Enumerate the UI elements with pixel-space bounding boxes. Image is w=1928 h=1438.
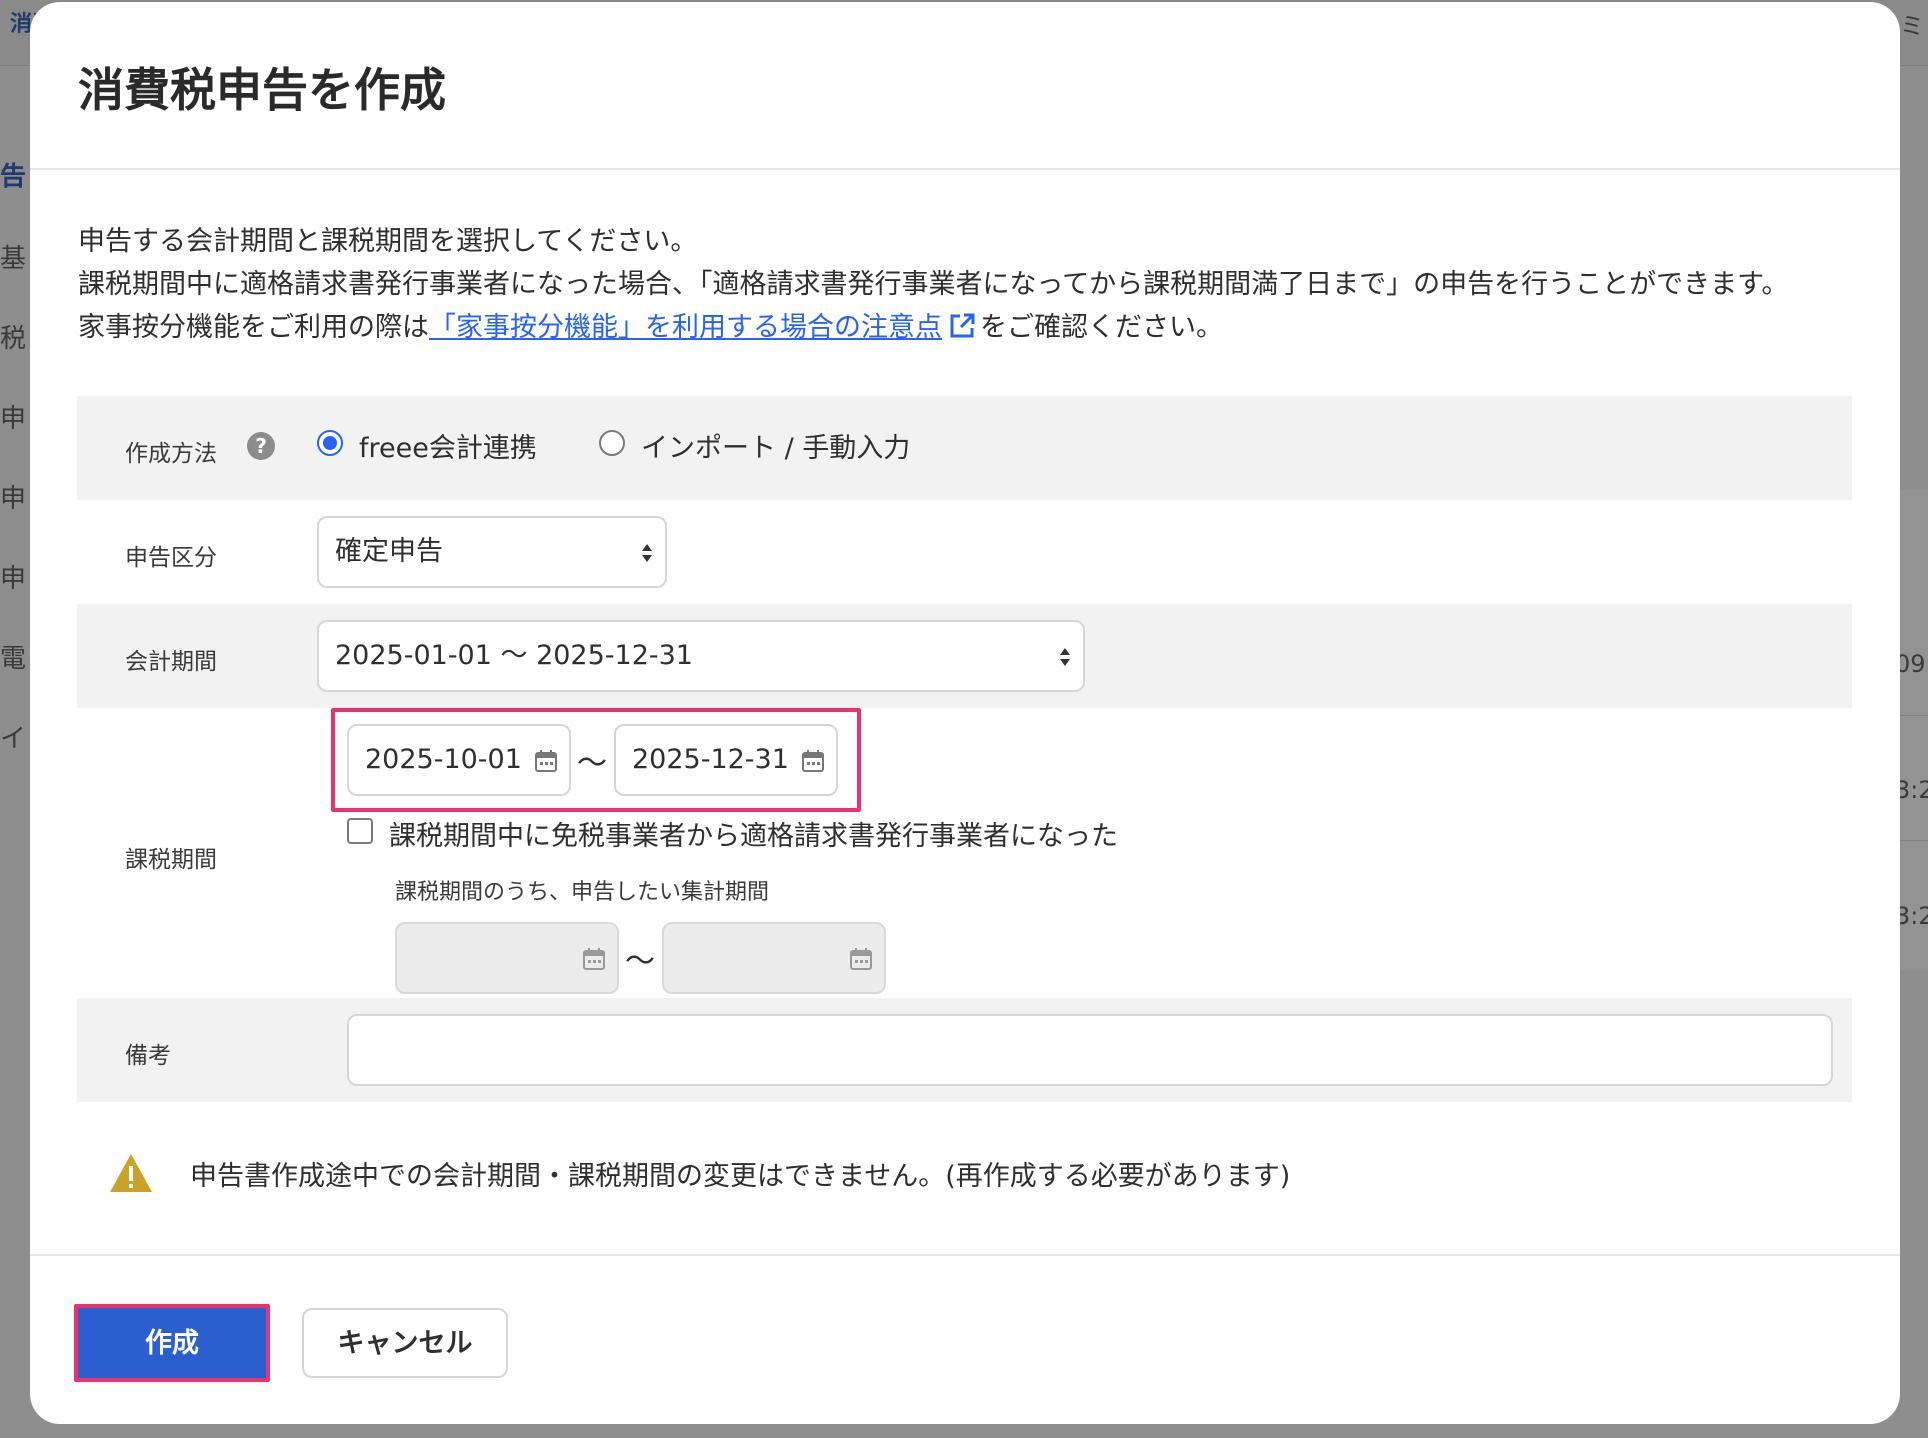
radio-import-manual-label[interactable]: インポート / 手動入力 bbox=[641, 426, 910, 465]
notes-row: 備考 bbox=[77, 998, 1852, 1102]
background-sidebar-item: 告 bbox=[0, 162, 27, 192]
filing-type-select[interactable]: 確定申告 bbox=[317, 516, 667, 588]
filing-type-label: 申告区分 bbox=[125, 545, 217, 571]
select-arrows-icon bbox=[642, 544, 652, 562]
notes-input[interactable] bbox=[347, 1014, 1833, 1086]
warning-icon bbox=[110, 1154, 152, 1192]
intro-line-3-before: 家事按分機能をご利用の際は bbox=[78, 312, 429, 343]
qualified-invoice-issuer-label[interactable]: 課税期間中に免税事業者から適格請求書発行事業者になった bbox=[389, 814, 1118, 853]
intro-line-3-after: をご確認ください。 bbox=[980, 312, 1223, 343]
range-separator: 〜 bbox=[577, 746, 607, 781]
filing-type-value: 確定申告 bbox=[335, 536, 443, 567]
aggregation-end-input bbox=[662, 922, 886, 994]
household-allocation-notes-link[interactable]: 「家事按分機能」を利用する場合の注意点 bbox=[429, 312, 942, 343]
help-icon[interactable]: ? bbox=[247, 432, 275, 460]
method-row: 作成方法 ? freee会計連携 インポート / 手動入力 bbox=[77, 396, 1852, 500]
create-button[interactable]: 作成 bbox=[78, 1308, 266, 1378]
radio-freee-integration[interactable] bbox=[317, 430, 343, 456]
method-label: 作成方法 bbox=[125, 441, 217, 467]
intro-text: 申告する会計期間と課税期間を選択してください。 課税期間中に適格請求書発行事業者… bbox=[78, 220, 1788, 349]
tax-period-label: 課税期間 bbox=[125, 847, 217, 873]
warning-text: 申告書作成途中での会計期間・課税期間の変更はできません。(再作成する必要がありま… bbox=[190, 1161, 1291, 1192]
aggregation-period-label: 課税期間のうち、申告したい集計期間 bbox=[395, 880, 770, 905]
range-separator: 〜 bbox=[625, 944, 655, 979]
radio-freee-integration-label[interactable]: freee会計連携 bbox=[359, 426, 537, 465]
calendar-icon[interactable] bbox=[800, 748, 826, 774]
intro-line-2: 課税期間中に適格請求書発行事業者になった場合、「適格請求書発行事業者になってから… bbox=[78, 269, 1789, 300]
tax-period-row: 課税期間 2025-10-01 〜 2025-12-31 課税期間中に免税事業者… bbox=[77, 708, 1852, 998]
fiscal-period-label: 会計期間 bbox=[125, 649, 217, 675]
filing-type-row: 申告区分 確定申告 bbox=[77, 500, 1852, 604]
calendar-icon[interactable] bbox=[533, 748, 559, 774]
tax-period-start-value: 2025-10-01 bbox=[365, 744, 522, 775]
create-tax-return-modal: 消費税申告を作成 申告する会計期間と課税期間を選択してください。 課税期間中に適… bbox=[30, 2, 1900, 1424]
tax-period-start-input[interactable]: 2025-10-01 bbox=[347, 724, 571, 796]
modal-footer: 作成 キャンセル bbox=[30, 1254, 1900, 1424]
calendar-icon bbox=[850, 948, 872, 970]
modal-header: 消費税申告を作成 bbox=[30, 2, 1900, 170]
tax-period-end-input[interactable]: 2025-12-31 bbox=[614, 724, 838, 796]
fiscal-period-row: 会計期間 2025-01-01 〜 2025-12-31 bbox=[77, 604, 1852, 708]
notes-label: 備考 bbox=[125, 1043, 171, 1069]
background-sidebar-item: 申 bbox=[0, 484, 27, 514]
intro-line-1: 申告する会計期間と課税期間を選択してください。 bbox=[78, 226, 698, 257]
aggregation-start-input bbox=[395, 922, 619, 994]
background-sidebar-item: イ bbox=[0, 724, 27, 754]
cancel-button[interactable]: キャンセル bbox=[302, 1308, 508, 1378]
external-link-icon[interactable] bbox=[948, 312, 976, 340]
create-form: 作成方法 ? freee会計連携 インポート / 手動入力 申告区分 確定申告 … bbox=[77, 396, 1852, 1102]
background-sidebar-item: 税 bbox=[0, 324, 27, 354]
background-sidebar-item: 電 bbox=[0, 644, 27, 674]
qualified-invoice-issuer-checkbox[interactable] bbox=[347, 818, 373, 844]
background-sidebar-item: 申 bbox=[0, 564, 27, 594]
background-sidebar-item: 基 bbox=[0, 244, 27, 274]
intro-line-3: 家事按分機能をご利用の際は「家事按分機能」を利用する場合の注意点 をご確認ください… bbox=[78, 306, 1788, 349]
fiscal-period-select[interactable]: 2025-01-01 〜 2025-12-31 bbox=[317, 620, 1085, 692]
tax-period-end-value: 2025-12-31 bbox=[632, 744, 789, 775]
radio-import-manual[interactable] bbox=[599, 430, 625, 456]
modal-title: 消費税申告を作成 bbox=[78, 63, 446, 117]
fiscal-period-value: 2025-01-01 〜 2025-12-31 bbox=[335, 640, 693, 671]
background-sidebar-item: 申 bbox=[0, 404, 27, 434]
calendar-icon bbox=[583, 948, 605, 970]
select-arrows-icon bbox=[1060, 648, 1070, 666]
warning-message: 申告書作成途中での会計期間・課税期間の変更はできません。(再作成する必要がありま… bbox=[78, 1150, 1778, 1200]
